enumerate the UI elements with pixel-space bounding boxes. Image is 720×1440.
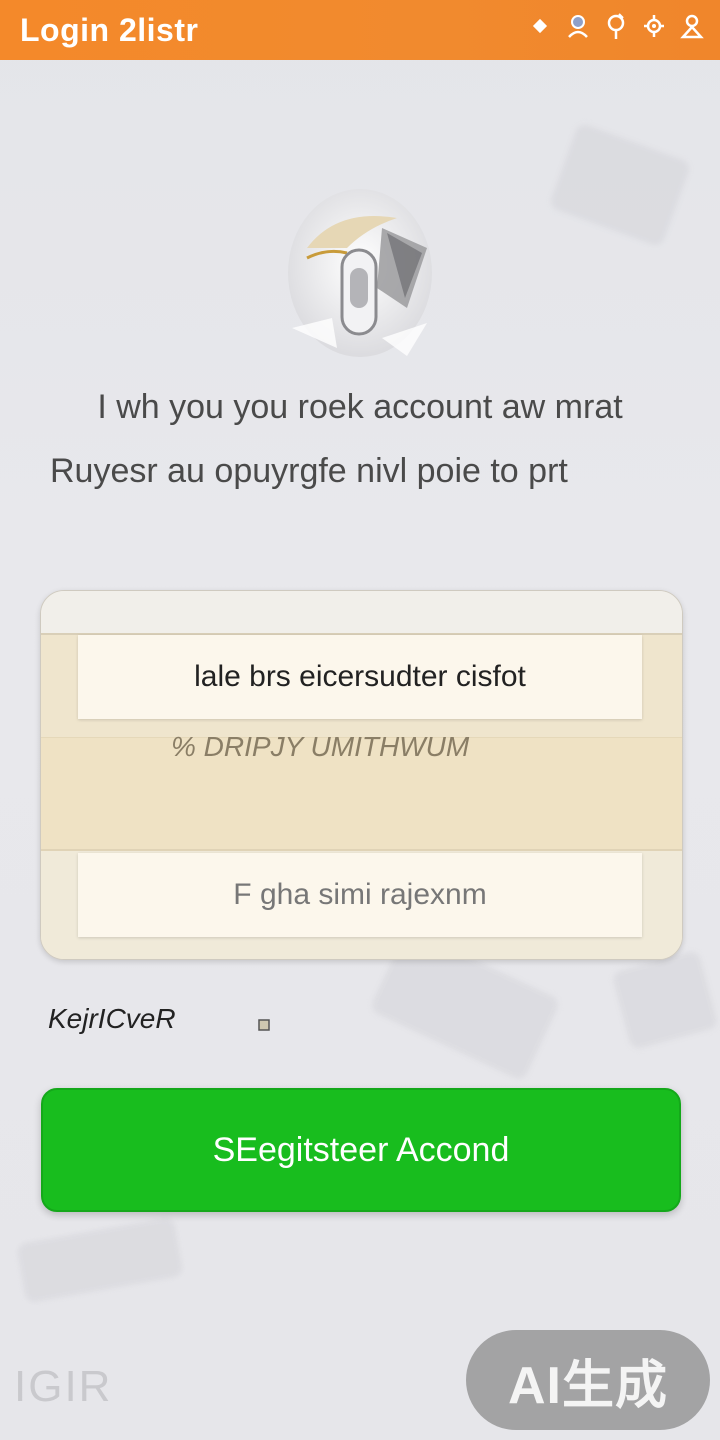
diamond-icon[interactable] xyxy=(528,12,552,40)
settings-icon[interactable] xyxy=(642,12,666,40)
background-shape xyxy=(16,1216,184,1304)
register-account-button[interactable]: SEegitsteer Accond xyxy=(41,1088,681,1212)
location-icon[interactable] xyxy=(604,12,628,40)
app-header: Login 2listr xyxy=(0,0,720,60)
username-field[interactable]: lale brs eicersudter cisfot xyxy=(78,635,642,719)
account-icon[interactable] xyxy=(680,12,704,40)
ai-generated-watermark: AI生成 xyxy=(466,1330,710,1430)
user-icon[interactable] xyxy=(566,12,590,40)
remember-checkbox-icon[interactable] xyxy=(258,1018,270,1031)
remember-me-label[interactable]: KejrICveR xyxy=(48,1003,176,1035)
password-field[interactable]: F gha simi rajexnm xyxy=(78,853,642,937)
background-shape xyxy=(611,949,719,1051)
intro-line-2: Ruyesr au opuyrgfe nivl poie to prt xyxy=(50,452,568,490)
background-shape xyxy=(548,122,692,248)
footer-logo: IGIR xyxy=(14,1362,113,1411)
app-logo xyxy=(287,188,433,358)
intro-line-1: I wh you you roek account aw mrat xyxy=(97,388,623,426)
header-title: Login 2listr xyxy=(20,11,199,48)
password-field-label: % DRIPJY UMITHWUM xyxy=(171,731,470,762)
card-header-strip xyxy=(41,591,682,635)
login-form-card: lale brs eicersudter cisfot % DRIPJY UMI… xyxy=(40,590,683,960)
header-icon-group xyxy=(528,12,704,40)
password-field-placeholder: F gha simi rajexnm xyxy=(233,878,487,911)
username-field-text: lale brs eicersudter cisfot xyxy=(194,660,526,693)
